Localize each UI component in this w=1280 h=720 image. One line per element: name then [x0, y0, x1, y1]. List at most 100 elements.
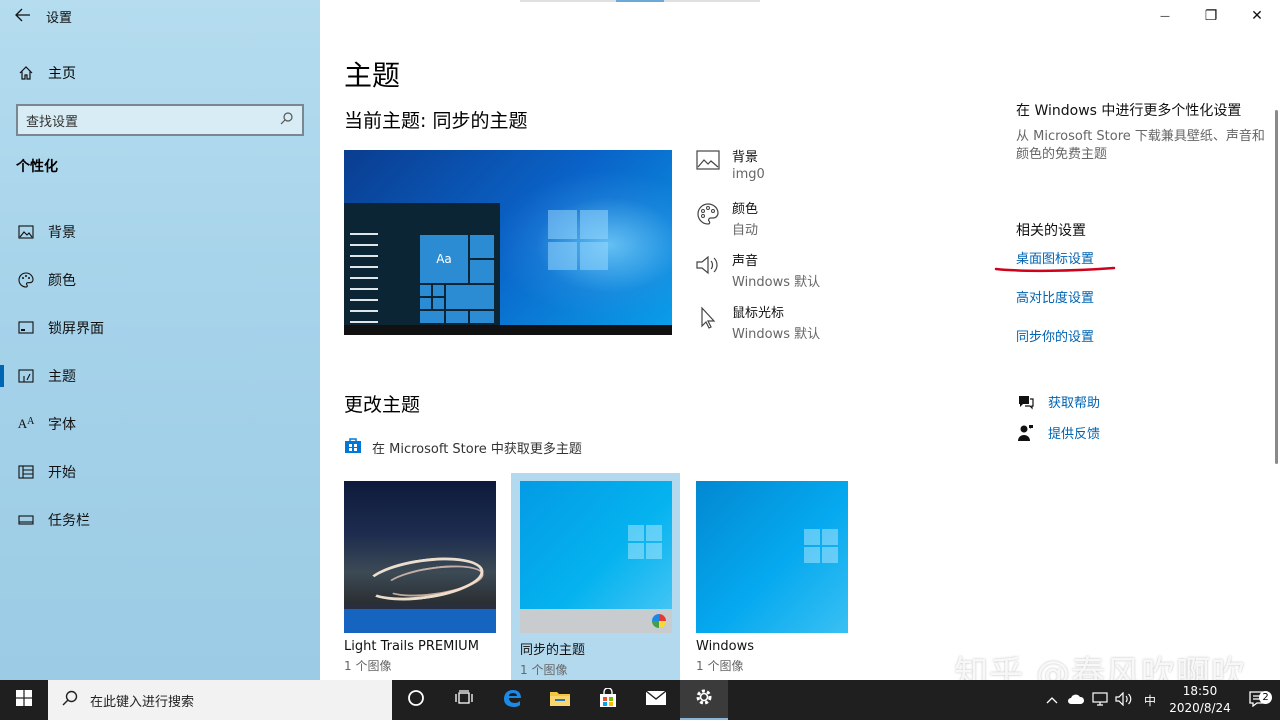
- theme-properties: 背景 img0 颜色 自动 声音 Windows 默认 鼠标光标 Windows 默认: [694, 146, 934, 354]
- theme-card-windows[interactable]: Windows 1 个图像: [696, 481, 848, 674]
- network-button[interactable]: [1088, 691, 1112, 709]
- app-title: 设置: [46, 10, 73, 26]
- feedback-link[interactable]: 提供反馈: [1016, 423, 1100, 442]
- theme-name: Light Trails PREMIUM: [344, 639, 479, 654]
- start-icon: [16, 465, 36, 479]
- sidebar-item-start[interactable]: 开始: [0, 448, 320, 496]
- network-icon: [1092, 691, 1108, 709]
- taskbar: 在此键入进行搜索 中 18:50 2020/8/24 2: [0, 680, 1280, 720]
- red-annotation-underline: [994, 266, 1116, 273]
- prop-cursor[interactable]: 鼠标光标 Windows 默认: [694, 302, 934, 354]
- mail-app-button[interactable]: [632, 680, 680, 720]
- high-contrast-settings-link[interactable]: 高对比度设置: [1016, 287, 1094, 306]
- prop-value: Windows 默认: [732, 275, 821, 290]
- main-content: — ❐ ✕ 主题 当前主题: 同步的主题 Aa 背景 img0 颜色 自动 声音…: [320, 0, 1280, 683]
- store-themes-link[interactable]: 在 Microsoft Store 中获取更多主题: [344, 436, 582, 458]
- clock[interactable]: 18:50 2020/8/24: [1164, 683, 1236, 717]
- minimize-icon: —: [1160, 10, 1170, 22]
- prop-color[interactable]: 颜色 自动: [694, 198, 934, 250]
- maximize-button[interactable]: ❐: [1188, 0, 1234, 32]
- image-icon: [694, 146, 722, 198]
- theme-thumbnail: [696, 481, 848, 633]
- close-button[interactable]: ✕: [1234, 0, 1280, 32]
- theme-count: 1 个图像: [520, 663, 568, 677]
- back-button[interactable]: [0, 0, 46, 32]
- theme-count: 1 个图像: [344, 659, 392, 673]
- action-center-button[interactable]: 2: [1236, 690, 1280, 710]
- sidebar-item-background[interactable]: 背景: [0, 208, 320, 256]
- related-settings-title: 相关的设置: [1016, 223, 1086, 239]
- ime-indicator[interactable]: 中: [1136, 692, 1164, 709]
- sync-settings-link[interactable]: 同步你的设置: [1016, 326, 1094, 345]
- clock-date: 2020/8/24: [1169, 701, 1231, 715]
- task-view-button[interactable]: [440, 680, 488, 720]
- taskbar-search-box[interactable]: 在此键入进行搜索: [48, 680, 392, 720]
- taskbar-icon: [16, 514, 36, 526]
- title-bar-left: 设置: [0, 0, 320, 32]
- theme-name: 同步的主题: [520, 643, 586, 658]
- theme-preview: Aa: [344, 150, 672, 335]
- search-input[interactable]: 查找设置: [16, 104, 304, 136]
- theme-card-synced[interactable]: 同步的主题 1 个图像: [520, 481, 672, 678]
- section-title: 个性化: [16, 159, 58, 175]
- store-app-button[interactable]: [584, 680, 632, 720]
- sidebar-item-themes[interactable]: 主题: [0, 352, 320, 400]
- sidebar: 设置 主页 查找设置 个性化 背景 颜色 锁屏界面 主题 A A 字体 开始 任…: [0, 0, 320, 680]
- sidebar-item-taskbar[interactable]: 任务栏: [0, 496, 320, 544]
- theme-card-light-trails[interactable]: Light Trails PREMIUM 1 个图像: [344, 481, 496, 674]
- feedback-label: 提供反馈: [1048, 427, 1101, 442]
- arrow-left-icon: [15, 7, 31, 26]
- minimize-button[interactable]: —: [1142, 0, 1188, 32]
- store-link-label: 在 Microsoft Store 中获取更多主题: [372, 441, 582, 457]
- personalize-more-desc: 从 Microsoft Store 下载兼具壁纸、声音和颜色的免费主题: [1016, 129, 1265, 162]
- right-panel: 在 Windows 中进行更多个性化设置 从 Microsoft Store 下…: [1016, 100, 1266, 460]
- search-placeholder: 查找设置: [26, 114, 79, 130]
- chevron-up-icon: [1046, 693, 1058, 707]
- color-wheel-icon: [652, 614, 666, 628]
- lockscreen-icon: [16, 321, 36, 335]
- sidebar-item-label: 主页: [48, 66, 76, 82]
- store-bag-icon: [598, 687, 618, 712]
- change-theme-heading: 更改主题: [344, 394, 421, 416]
- edge-icon: [501, 687, 523, 713]
- sidebar-item-label: 主题: [48, 369, 76, 385]
- sidebar-item-label: 颜色: [48, 273, 76, 289]
- sidebar-item-label: 字体: [48, 417, 76, 433]
- system-tray: 中 18:50 2020/8/24 2: [1040, 680, 1280, 720]
- palette-icon: [16, 272, 36, 288]
- sidebar-item-lockscreen[interactable]: 锁屏界面: [0, 304, 320, 352]
- prop-background[interactable]: 背景 img0: [694, 146, 934, 198]
- prop-sound[interactable]: 声音 Windows 默认: [694, 250, 934, 302]
- search-icon: [62, 690, 78, 710]
- window-controls: — ❐ ✕: [1142, 0, 1280, 32]
- prop-label: 声音: [732, 254, 759, 269]
- settings-app-button[interactable]: [680, 680, 728, 720]
- start-button[interactable]: [0, 680, 48, 720]
- onedrive-button[interactable]: [1064, 693, 1088, 708]
- cloud-icon: [1067, 693, 1085, 708]
- file-explorer-button[interactable]: [536, 680, 584, 720]
- gear-icon: [694, 687, 714, 711]
- speaker-icon: [694, 250, 722, 302]
- theme-count: 1 个图像: [696, 659, 744, 673]
- volume-button[interactable]: [1112, 691, 1136, 709]
- theme-name: Windows: [696, 639, 755, 654]
- sidebar-item-home[interactable]: 主页: [0, 56, 320, 90]
- preview-taskbar: [344, 325, 672, 335]
- windows-logo-icon: [16, 690, 32, 710]
- store-icon: [344, 436, 362, 458]
- theme-icon: [16, 368, 36, 384]
- edge-app-button[interactable]: [488, 680, 536, 720]
- cortana-button[interactable]: [392, 680, 440, 720]
- prop-value: 自动: [732, 223, 759, 238]
- task-view-icon: [455, 690, 473, 710]
- sidebar-item-fonts[interactable]: AA 字体: [0, 400, 320, 448]
- theme-thumbnail: [520, 481, 672, 633]
- prop-value: Windows 默认: [732, 327, 821, 342]
- tray-expand-button[interactable]: [1040, 693, 1064, 707]
- sidebar-item-colors[interactable]: 颜色: [0, 256, 320, 304]
- prop-label: 鼠标光标: [732, 306, 785, 321]
- sidebar-item-label: 任务栏: [48, 513, 90, 529]
- get-help-link[interactable]: 获取帮助: [1016, 392, 1100, 411]
- scrollbar[interactable]: [1275, 110, 1278, 464]
